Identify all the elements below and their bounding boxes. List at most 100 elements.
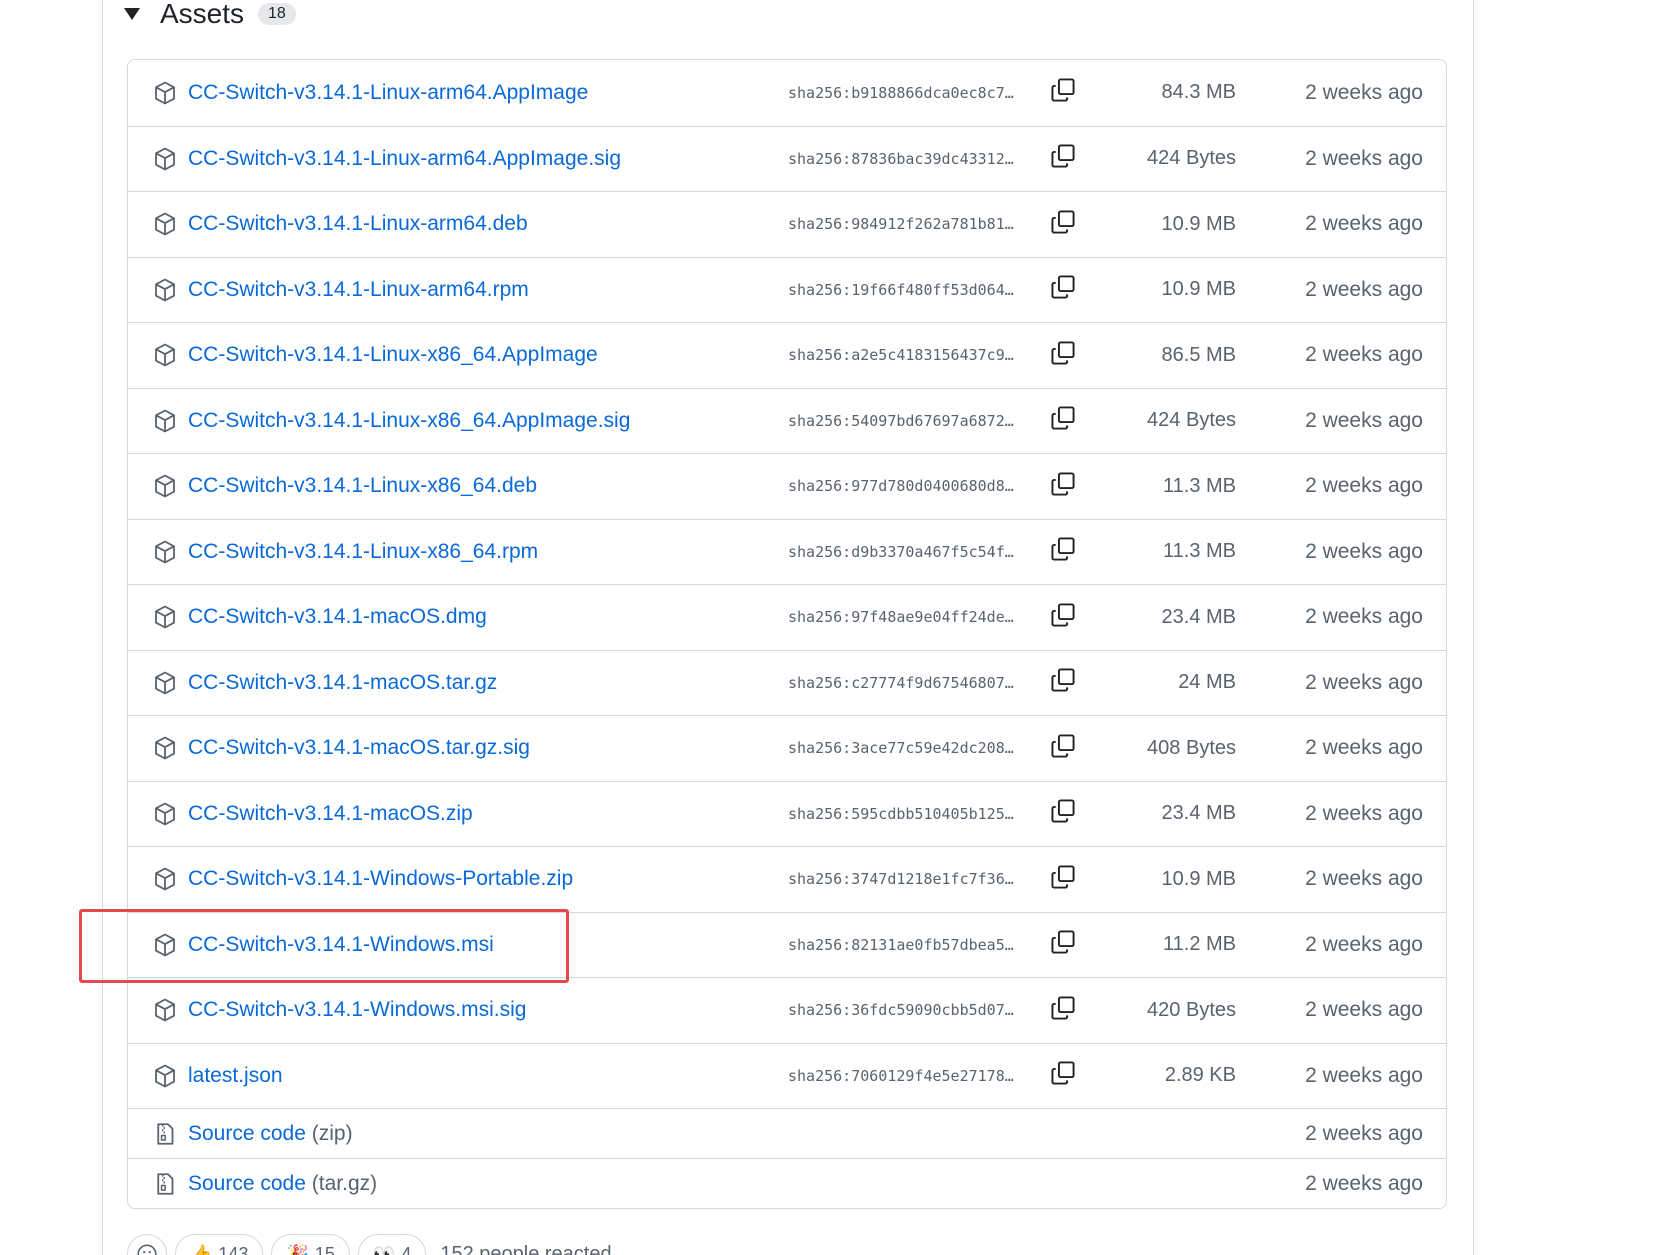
asset-row: CC-Switch-v3.14.1-Windows-Portable.zip sh… (128, 846, 1446, 912)
copy-sha-button[interactable] (1048, 144, 1078, 174)
asset-sha256: sha256:a2e5c4183156437c9… (788, 346, 1014, 365)
copy-icon (1050, 602, 1076, 633)
asset-download-link[interactable]: CC-Switch-v3.14.1-macOS.tar.gz.sig (188, 736, 530, 760)
asset-download-link[interactable]: CC-Switch-v3.14.1-Linux-arm64.AppImage (188, 81, 588, 105)
asset-download-link[interactable]: CC-Switch-v3.14.1-Linux-x86_64.rpm (188, 540, 538, 564)
copy-icon (1050, 143, 1076, 174)
asset-download-link[interactable]: CC-Switch-v3.14.1-Linux-arm64.rpm (188, 278, 529, 302)
source-code-row: Source code (tar.gz) 2 weeks ago (128, 1158, 1446, 1208)
copy-sha-button[interactable] (1048, 537, 1078, 567)
asset-row: CC-Switch-v3.14.1-Linux-arm64.deb sha256:… (128, 191, 1446, 257)
eyes-icon: 👀 (372, 1243, 396, 1255)
asset-row: CC-Switch-v3.14.1-Linux-arm64.AppImage sh… (128, 60, 1446, 126)
asset-date: 2 weeks ago (1305, 605, 1423, 629)
asset-row: CC-Switch-v3.14.1-Linux-arm64.rpm sha256:… (128, 256, 1446, 323)
asset-date: 2 weeks ago (1305, 474, 1423, 498)
reaction-count: 4 (401, 1243, 412, 1255)
copy-sha-button[interactable] (1048, 799, 1078, 829)
asset-row: CC-Switch-v3.14.1-Windows.msi.sig sha256:… (128, 977, 1446, 1043)
asset-download-link[interactable]: CC-Switch-v3.14.1-Windows.msi (188, 933, 494, 957)
asset-download-link[interactable]: CC-Switch-v3.14.1-Windows-Portable.zip (188, 867, 573, 891)
copy-sha-button[interactable] (1048, 1061, 1078, 1091)
release-page: Assets 18 CC-Switch-v3.14.1-Linux-arm64.… (0, 0, 1653, 1255)
package-icon (153, 605, 177, 629)
source-code-format: (tar.gz) (311, 1171, 378, 1195)
package-icon (153, 802, 177, 826)
copy-sha-button[interactable] (1048, 340, 1078, 370)
collapse-triangle-icon[interactable] (124, 8, 140, 20)
asset-download-link[interactable]: CC-Switch-v3.14.1-macOS.zip (188, 802, 473, 826)
asset-size: 23.4 MB (1161, 605, 1236, 628)
copy-icon (1050, 536, 1076, 567)
copy-sha-button[interactable] (1048, 733, 1078, 763)
copy-sha-button[interactable] (1048, 864, 1078, 894)
copy-icon (1050, 471, 1076, 502)
assets-header[interactable]: Assets 18 (124, 0, 296, 32)
asset-sha256: sha256:82131ae0fb57dbea5… (788, 935, 1014, 954)
source-code-link[interactable]: Source code (zip) (188, 1122, 353, 1146)
asset-size: 10.9 MB (1161, 867, 1236, 890)
asset-download-link[interactable]: latest.json (188, 1064, 283, 1088)
asset-download-link[interactable]: CC-Switch-v3.14.1-Linux-x86_64.AppImage (188, 343, 598, 367)
asset-row: CC-Switch-v3.14.1-macOS.tar.gz.sig sha256… (128, 715, 1446, 781)
asset-date: 2 weeks ago (1305, 932, 1423, 956)
add-reaction-button[interactable] (127, 1234, 167, 1255)
copy-sha-button[interactable] (1048, 930, 1078, 960)
file-zip-icon (153, 1172, 177, 1196)
asset-row: CC-Switch-v3.14.1-Linux-x86_64.rpm sha256… (128, 518, 1446, 585)
reaction-button[interactable]: 👀 4 (357, 1234, 427, 1255)
asset-download-link[interactable]: CC-Switch-v3.14.1-Linux-arm64.deb (188, 212, 528, 236)
asset-row: CC-Switch-v3.14.1-Linux-x86_64.AppImage s… (128, 322, 1446, 388)
copy-icon (1050, 733, 1076, 764)
package-icon (153, 278, 177, 302)
asset-download-link[interactable]: CC-Switch-v3.14.1-Linux-x86_64.AppImage.… (188, 409, 630, 433)
copy-sha-button[interactable] (1048, 78, 1078, 108)
copy-sha-button[interactable] (1048, 668, 1078, 698)
copy-sha-button[interactable] (1048, 209, 1078, 239)
asset-download-link[interactable]: CC-Switch-v3.14.1-macOS.dmg (188, 605, 487, 629)
party-icon: 🎉 (286, 1243, 309, 1255)
asset-size: 408 Bytes (1147, 736, 1236, 759)
copy-icon (1050, 340, 1076, 371)
asset-date: 2 weeks ago (1305, 1121, 1423, 1145)
copy-sha-button[interactable] (1048, 275, 1078, 305)
source-code-link[interactable]: Source code (tar.gz) (188, 1172, 377, 1196)
reaction-button[interactable]: 👍 143 (175, 1234, 264, 1255)
reaction-count: 15 (314, 1243, 335, 1255)
asset-row: CC-Switch-v3.14.1-macOS.tar.gz sha256:c27… (128, 649, 1446, 716)
asset-sha256: sha256:c27774f9d67546807… (788, 673, 1014, 692)
asset-size: 10.9 MB (1161, 212, 1236, 235)
smiley-icon (137, 1244, 157, 1255)
asset-sha256: sha256:97f48ae9e04ff24de… (788, 608, 1014, 627)
asset-sha256: sha256:87836bac39dc43312… (788, 149, 1014, 168)
copy-icon (1050, 77, 1076, 108)
copy-icon (1050, 864, 1076, 895)
reactions-bar: 👍 143 🎉 15 👀 4 152 people reacted (127, 1234, 612, 1255)
asset-download-link[interactable]: CC-Switch-v3.14.1-Linux-x86_64.deb (188, 474, 537, 498)
copy-icon (1050, 405, 1076, 436)
reaction-button[interactable]: 🎉 15 (271, 1234, 350, 1255)
asset-row: CC-Switch-v3.14.1-Linux-arm64.AppImage.s… (128, 125, 1446, 192)
asset-download-link[interactable]: CC-Switch-v3.14.1-Windows.msi.sig (188, 998, 526, 1022)
asset-date: 2 weeks ago (1305, 670, 1423, 694)
assets-count-badge: 18 (258, 3, 296, 25)
asset-row: CC-Switch-v3.14.1-macOS.dmg sha256:97f48a… (128, 584, 1446, 650)
asset-size: 11.2 MB (1163, 933, 1236, 956)
asset-date: 2 weeks ago (1305, 277, 1423, 301)
asset-date: 2 weeks ago (1305, 801, 1423, 825)
copy-sha-button[interactable] (1048, 995, 1078, 1025)
package-icon (153, 736, 177, 760)
asset-date: 2 weeks ago (1305, 1171, 1423, 1195)
asset-date: 2 weeks ago (1305, 998, 1423, 1022)
asset-download-link[interactable]: CC-Switch-v3.14.1-Linux-arm64.AppImage.s… (188, 147, 621, 171)
copy-sha-button[interactable] (1048, 602, 1078, 632)
asset-sha256: sha256:984912f262a781b81… (788, 215, 1014, 234)
asset-date: 2 weeks ago (1305, 1063, 1423, 1087)
asset-sha256: sha256:3ace77c59e42dc208… (788, 739, 1014, 758)
asset-date: 2 weeks ago (1305, 539, 1423, 563)
assets-list: CC-Switch-v3.14.1-Linux-arm64.AppImage sh… (127, 59, 1447, 1209)
copy-sha-button[interactable] (1048, 406, 1078, 436)
copy-sha-button[interactable] (1048, 471, 1078, 501)
package-icon (153, 81, 177, 105)
asset-download-link[interactable]: CC-Switch-v3.14.1-macOS.tar.gz (188, 671, 497, 695)
